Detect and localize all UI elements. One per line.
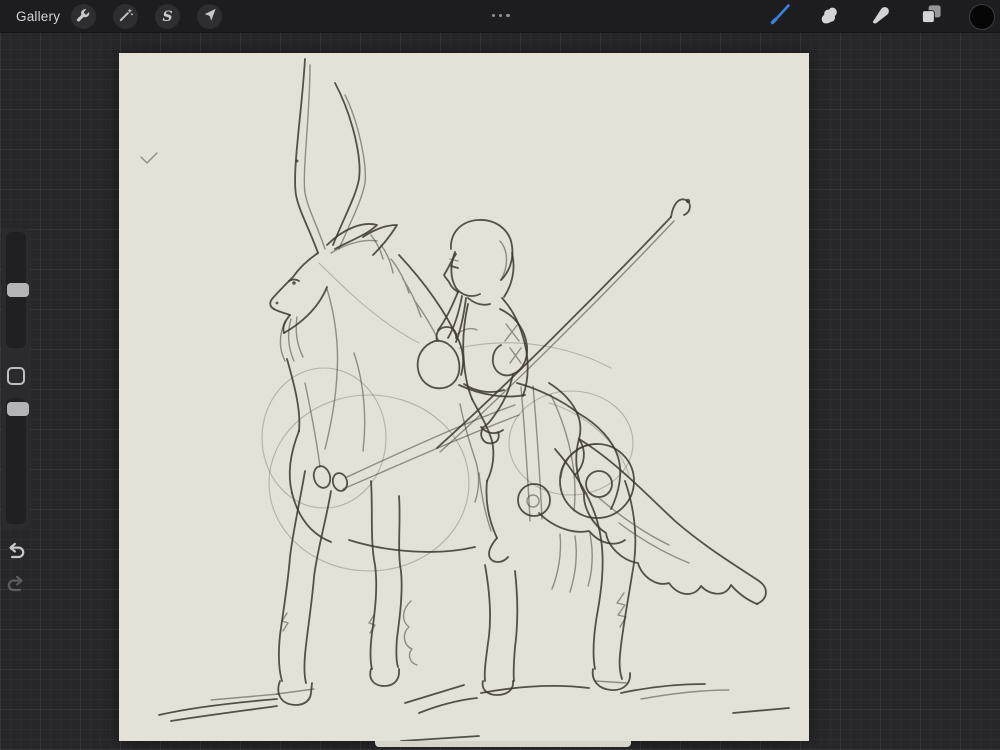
redo-arrow-icon <box>7 575 23 592</box>
brush-sidebar <box>2 228 30 530</box>
top-toolbar: Gallery S <box>0 0 1000 33</box>
layers-button[interactable] <box>918 3 945 30</box>
paint-tool-button[interactable] <box>766 3 793 30</box>
smudge-finger-icon <box>818 3 841 31</box>
multitask-indicator[interactable] <box>492 14 510 18</box>
brush-size-slider[interactable] <box>6 232 29 348</box>
modify-button[interactable] <box>7 367 25 385</box>
drawing-canvas[interactable] <box>119 53 809 741</box>
color-button[interactable] <box>968 3 995 30</box>
home-indicator[interactable] <box>375 741 631 747</box>
s-ribbon-icon: S <box>162 8 173 25</box>
wrench-icon <box>75 6 92 28</box>
transform-button[interactable] <box>197 4 222 29</box>
erase-tool-button[interactable] <box>867 3 894 30</box>
brush-size-handle[interactable] <box>7 283 29 297</box>
actions-button[interactable] <box>71 4 96 29</box>
procreate-workspace: { "app_title": "Procreate", "colors": { … <box>0 0 1000 750</box>
opacity-handle[interactable] <box>7 402 29 416</box>
brush-icon <box>768 2 792 31</box>
rider-on-goat-sketch <box>119 53 809 741</box>
undo-button[interactable] <box>6 541 26 561</box>
redo-button[interactable] <box>6 574 26 594</box>
layers-icon <box>920 3 943 31</box>
selection-button[interactable]: S <box>155 4 180 29</box>
opacity-slider[interactable] <box>6 398 29 524</box>
current-color-swatch <box>968 3 995 30</box>
magic-wand-icon <box>117 6 134 28</box>
smudge-tool-button[interactable] <box>816 3 843 30</box>
eraser-icon <box>869 3 892 31</box>
undo-arrow-icon <box>9 542 25 559</box>
arrow-dart-icon <box>201 6 218 28</box>
gallery-button[interactable]: Gallery <box>16 0 60 33</box>
adjustments-button[interactable] <box>113 4 138 29</box>
